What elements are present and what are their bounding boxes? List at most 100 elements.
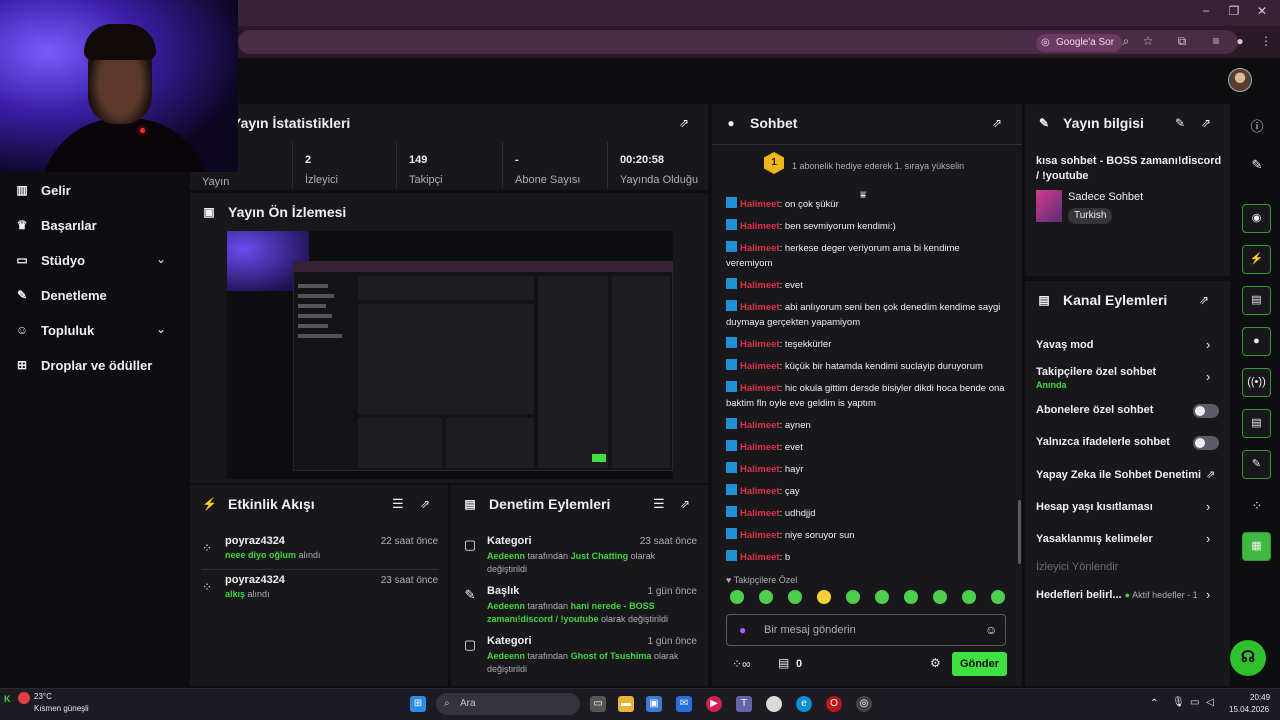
chat-user[interactable]: Halimeet bbox=[740, 508, 780, 519]
chat-user[interactable]: Halimeet bbox=[740, 199, 780, 210]
chat-scrollbar[interactable] bbox=[1018, 500, 1021, 564]
external-link-icon[interactable]: ⇗ bbox=[1206, 468, 1215, 481]
emote-icon[interactable] bbox=[817, 590, 831, 604]
chat-user[interactable]: Halimeet bbox=[740, 552, 780, 563]
weather-widget[interactable]: K bbox=[4, 692, 30, 710]
rail-action-3[interactable]: ▤ bbox=[1242, 286, 1271, 315]
task-view-icon[interactable]: ▭ bbox=[590, 696, 606, 712]
filter-icon[interactable]: ☰ bbox=[392, 496, 404, 512]
mod-actor[interactable]: Aedeenn bbox=[487, 601, 525, 611]
rail-action-6[interactable]: ▤ bbox=[1242, 409, 1271, 438]
nav-item-droplar[interactable]: ⊞ Droplar ve ödüller bbox=[14, 355, 152, 375]
emote-icon[interactable] bbox=[730, 590, 744, 604]
chat-user[interactable]: Halimeet bbox=[740, 530, 780, 541]
chat-user[interactable]: Halimeet bbox=[740, 302, 780, 313]
rail-action-5[interactable]: ((•)) bbox=[1242, 368, 1271, 397]
nav-item-studyo[interactable]: ▭ Stüdyo bbox=[14, 250, 85, 270]
chat-user[interactable]: Halimeet bbox=[740, 243, 780, 254]
chrome-icon[interactable] bbox=[766, 696, 782, 712]
chat-user[interactable]: Halimeet bbox=[740, 442, 780, 453]
chat-user[interactable]: Halimeet bbox=[740, 339, 780, 350]
browser-menu-icon[interactable]: ⋮ bbox=[1258, 34, 1274, 48]
store-app-icon[interactable]: ▣ bbox=[646, 696, 662, 712]
restore-icon[interactable]: ❐ bbox=[1224, 4, 1244, 18]
nav-item-gelir[interactable]: ▥ Gelir bbox=[14, 180, 70, 200]
nav-item-basarilar[interactable]: ♛ Başarılar bbox=[14, 215, 97, 235]
file-explorer-icon[interactable]: ▬ bbox=[618, 696, 634, 712]
emote-icon[interactable] bbox=[788, 590, 802, 604]
mic-tray-icon[interactable]: 🎙 bbox=[1172, 697, 1185, 708]
followers-only-row[interactable]: Takipçilere özel sohbet Anında bbox=[1036, 366, 1220, 392]
volume-icon[interactable]: ◁ bbox=[1206, 697, 1214, 708]
mod-actor[interactable]: Aedeenn bbox=[487, 551, 525, 561]
opera-icon[interactable]: O bbox=[826, 696, 842, 712]
mod-actor[interactable]: Aedeenn bbox=[487, 651, 525, 661]
extensions-icon[interactable]: ⧉ bbox=[1174, 34, 1190, 49]
chat-user[interactable]: Halimeet bbox=[740, 486, 780, 497]
rail-action-1[interactable]: ◉ bbox=[1242, 204, 1271, 233]
close-icon[interactable]: ✕ bbox=[1252, 4, 1272, 18]
store-icon[interactable]: ▤ bbox=[778, 656, 789, 670]
emote-icon[interactable] bbox=[846, 590, 860, 604]
goals-row[interactable]: Hedefleri belirl... ● Aktif hedefler - 1 bbox=[1036, 589, 1220, 601]
slow-mode-row[interactable]: Yavaş mod bbox=[1036, 339, 1220, 351]
chat-settings-gear-icon[interactable]: ⚙ bbox=[930, 656, 941, 670]
emote-picker-icon[interactable]: ☺ bbox=[985, 623, 997, 637]
emote-icon[interactable] bbox=[875, 590, 889, 604]
chevron-right-icon[interactable]: › bbox=[1206, 369, 1210, 384]
nav-item-denetleme[interactable]: ✎ Denetleme bbox=[14, 285, 107, 305]
help-button[interactable]: ☊ bbox=[1230, 640, 1266, 676]
mic-icon[interactable]: ● bbox=[739, 623, 746, 637]
chat-input[interactable]: ● Bir mesaj gönderin ☺ bbox=[726, 614, 1006, 646]
send-button[interactable]: Gönder bbox=[952, 652, 1007, 676]
subscribers-only-toggle[interactable] bbox=[1193, 404, 1219, 418]
chat-user[interactable]: Halimeet bbox=[740, 280, 780, 291]
popout-icon[interactable]: ⇗ bbox=[680, 497, 690, 511]
popout-icon[interactable]: ⇗ bbox=[420, 497, 430, 511]
edit-icon[interactable]: ✎ bbox=[1248, 157, 1266, 173]
feed-user[interactable]: poyraz4324 bbox=[225, 574, 285, 586]
rail-action-8[interactable]: ▦ bbox=[1242, 532, 1271, 561]
music-app-icon[interactable]: ▶ bbox=[706, 696, 722, 712]
chevron-right-icon[interactable]: › bbox=[1206, 587, 1210, 602]
bookmark-star-icon[interactable]: ☆ bbox=[1140, 34, 1156, 48]
obs-icon[interactable]: ◎ bbox=[856, 696, 872, 712]
mail-icon[interactable]: ✉ bbox=[676, 696, 692, 712]
start-windows-icon[interactable]: ⊞ bbox=[410, 696, 426, 712]
edge-icon[interactable]: e bbox=[796, 696, 812, 712]
popout-icon[interactable]: ⇗ bbox=[992, 116, 1002, 130]
profile-icon[interactable]: ● bbox=[1232, 34, 1248, 48]
chat-user[interactable]: Halimeet bbox=[740, 383, 780, 394]
ai-moderation-row[interactable]: Yapay Zeka ile Sohbet Denetimi bbox=[1036, 469, 1220, 481]
avatar[interactable] bbox=[1228, 68, 1252, 92]
chevron-down-icon[interactable]: ⌄ bbox=[156, 252, 166, 266]
popout-icon[interactable]: ⇗ bbox=[1201, 116, 1211, 130]
popout-icon[interactable]: ⇗ bbox=[679, 116, 689, 130]
emote-icon[interactable] bbox=[933, 590, 947, 604]
chevron-right-icon[interactable]: › bbox=[1206, 499, 1210, 514]
taskbar-search[interactable]: ⌕ Ara bbox=[436, 693, 580, 715]
rail-action-7[interactable]: ✎ bbox=[1242, 450, 1271, 479]
chat-user[interactable]: Halimeet bbox=[740, 420, 780, 431]
info-icon[interactable]: ⓘ bbox=[1248, 116, 1266, 135]
emote-icon[interactable] bbox=[962, 590, 976, 604]
chevron-right-icon[interactable]: › bbox=[1206, 531, 1210, 546]
stream-preview-video[interactable] bbox=[227, 231, 673, 479]
chat-user[interactable]: Halimeet bbox=[740, 361, 780, 372]
rail-action-4[interactable]: ● bbox=[1242, 327, 1271, 356]
channel-points-icon[interactable]: ⁘ bbox=[1248, 498, 1266, 514]
edit-pencil-icon[interactable]: ✎ bbox=[1175, 116, 1185, 130]
clock-date[interactable]: 15.04.2026 bbox=[1229, 705, 1269, 714]
tray-chevron-up-icon[interactable]: ⌃ bbox=[1150, 698, 1158, 709]
network-icon[interactable]: ▭ bbox=[1190, 697, 1199, 708]
gift-banner[interactable]: 1 abonelik hediye ederek 1. sıraya yükse… bbox=[792, 161, 964, 171]
teams-icon[interactable]: T bbox=[736, 696, 752, 712]
chevron-right-icon[interactable]: › bbox=[1206, 337, 1210, 352]
feed-user[interactable]: poyraz4324 bbox=[225, 535, 285, 547]
emote-icon[interactable] bbox=[991, 590, 1005, 604]
chat-user[interactable]: Halimeet bbox=[740, 464, 780, 475]
nav-item-topluluk[interactable]: ☺ Topluluk bbox=[14, 320, 94, 340]
emote-icon[interactable] bbox=[904, 590, 918, 604]
minimize-icon[interactable]: − bbox=[1196, 4, 1216, 18]
chat-user[interactable]: Halimeet bbox=[740, 221, 780, 232]
